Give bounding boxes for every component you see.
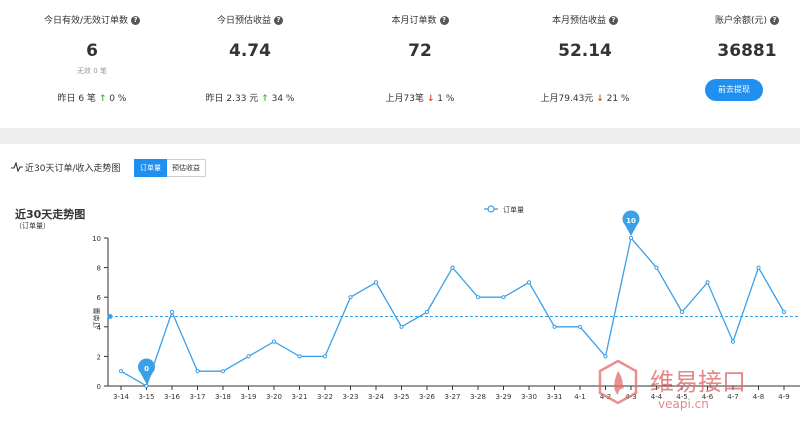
data-point: [730, 339, 736, 344]
data-point: [144, 383, 149, 389]
watermark-url: veapi.cn: [658, 397, 709, 411]
stat-compare: 昨日 2.33 元 ↑ 34 %: [205, 94, 295, 104]
y-tick-label: 10: [92, 235, 101, 243]
arrow-up-icon: ↑: [261, 94, 269, 104]
x-tick-label: 3-26: [419, 393, 435, 401]
arrow-down-icon: ↓: [596, 94, 604, 104]
x-tick-label: 3-22: [317, 393, 333, 401]
data-point: [373, 280, 379, 285]
x-tick-label: 3-28: [470, 393, 486, 401]
y-tick-label: 2: [97, 353, 101, 361]
average-line-endpoint: [107, 313, 113, 319]
data-point: [271, 339, 277, 344]
y-tick-label: 6: [97, 294, 102, 302]
stat-value: 36881: [717, 41, 777, 61]
data-point: [450, 265, 455, 270]
legend-marker: [487, 205, 495, 213]
pin-label: 0: [144, 365, 149, 373]
data-point: [220, 369, 226, 374]
stat-account-balance: 账户余额(元)? 36881 前去提现: [672, 0, 800, 128]
stat-value: 52.14: [558, 41, 612, 61]
arrow-down-icon: ↓: [426, 94, 435, 104]
data-point: [679, 309, 685, 315]
data-point: [195, 369, 200, 374]
data-point: [756, 265, 761, 270]
stat-today-earnings: 今日预估收益? 4.74 昨日 2.33 元 ↑ 34 %: [175, 0, 325, 128]
pin-label: 10: [626, 217, 636, 225]
stat-title: 本月预估收益?: [510, 13, 660, 26]
data-point: [348, 295, 353, 300]
stat-month-orders: 本月订单数? 72 上月73笔 ↓ 1 %: [345, 0, 495, 128]
x-tick-label: 3-17: [190, 393, 206, 401]
data-point: [118, 369, 124, 374]
y-tick-label: 8: [97, 265, 101, 273]
section-divider: [0, 128, 800, 144]
x-tick-label: 3-30: [521, 393, 537, 401]
stat-compare: 昨日 6 笔 ↑ 0 %: [57, 94, 127, 104]
veapi-watermark: 维易接口 veapi.cn: [598, 359, 746, 411]
x-tick-label: 3-23: [343, 393, 359, 401]
x-tick-label: 3-18: [215, 393, 231, 401]
data-point: [628, 235, 634, 241]
stat-value: 72: [408, 41, 432, 61]
y-axis-title: 订单量: [92, 308, 101, 329]
data-point: [424, 309, 430, 315]
help-icon[interactable]: ?: [131, 16, 141, 25]
legend-label: 订单量: [503, 205, 524, 214]
x-tick-label: 3-31: [547, 393, 563, 401]
data-point: [399, 324, 404, 329]
withdraw-button[interactable]: 前去提现: [705, 79, 763, 101]
data-point: [781, 309, 787, 315]
stat-today-orders: 今日有效/无效订单数? 6 无效 0 笔 昨日 6 笔 ↑ 0 %: [17, 0, 167, 128]
stat-title: 今日预估收益?: [175, 13, 325, 26]
data-point: [322, 354, 328, 359]
x-tick-label: 3-19: [241, 393, 257, 401]
x-tick-label: 3-15: [139, 393, 155, 401]
data-point: [705, 280, 710, 285]
data-point: [169, 309, 175, 315]
data-point: [475, 295, 481, 300]
stat-title: 账户余额(元)?: [672, 13, 800, 26]
stat-compare: 上月73笔 ↓ 1 %: [385, 94, 455, 104]
data-point: [501, 295, 506, 300]
data-point: [526, 280, 532, 285]
x-tick-label: 3-29: [496, 393, 512, 401]
x-tick-label: 3-25: [394, 393, 410, 401]
data-point: [246, 354, 251, 359]
help-icon[interactable]: ?: [274, 16, 283, 25]
y-tick-label: 0: [97, 383, 101, 391]
help-icon[interactable]: ?: [609, 16, 618, 25]
stat-invalid-count: 无效 0 笔: [77, 67, 107, 75]
help-icon[interactable]: ?: [439, 16, 449, 25]
x-tick-label: 3-14: [113, 393, 129, 401]
x-tick-label: 3-24: [368, 393, 384, 401]
stat-title: 今日有效/无效订单数?: [17, 13, 167, 26]
data-point: [297, 354, 302, 359]
data-point: [552, 324, 557, 329]
watermark-text: 维易接口: [650, 368, 746, 396]
stats-bar: 今日有效/无效订单数? 6 无效 0 笔 昨日 6 笔 ↑ 0 % 今日预估收益…: [0, 0, 800, 128]
x-tick-label: 3-20: [266, 393, 282, 401]
stat-value: 4.74: [229, 41, 271, 61]
x-tick-label: 3-27: [445, 393, 461, 401]
stat-value: 6: [86, 41, 98, 61]
veapi-logo-icon: [598, 359, 638, 405]
x-tick-label: 3-16: [164, 393, 180, 401]
data-point: [577, 324, 583, 329]
stat-month-earnings: 本月预估收益? 52.14 上月79.43元 ↓ 21 %: [510, 0, 660, 128]
x-tick-label: 4-1: [574, 393, 585, 401]
data-point: [654, 265, 659, 270]
arrow-up-icon: ↑: [98, 94, 107, 104]
help-icon[interactable]: ?: [770, 16, 780, 25]
x-tick-label: 3-21: [292, 393, 308, 401]
stat-compare: 上月79.43元 ↓ 21 %: [540, 94, 630, 104]
stat-title: 本月订单数?: [345, 13, 495, 26]
